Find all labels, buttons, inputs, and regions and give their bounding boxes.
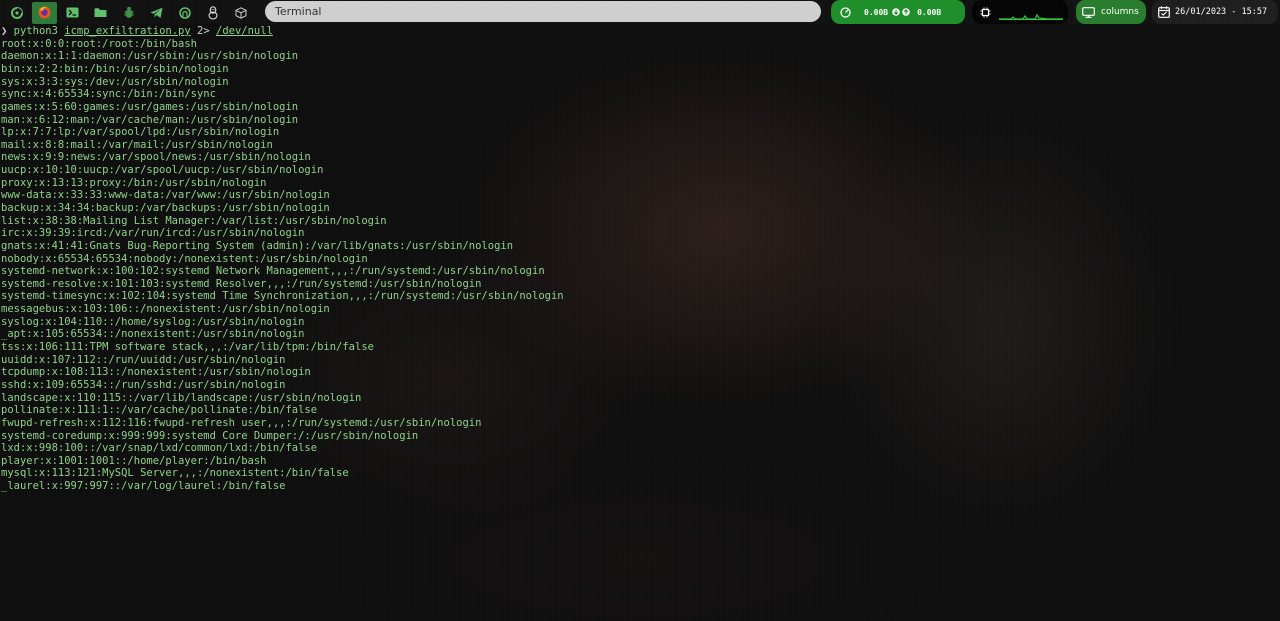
output-line: _apt:x:105:65534::/nonexistent:/usr/sbin… bbox=[1, 328, 305, 341]
monitor-icon bbox=[1082, 6, 1095, 18]
upload-arrow-icon bbox=[902, 8, 910, 16]
output-line: games:x:5:60:games:/usr/games:/usr/sbin/… bbox=[1, 100, 299, 113]
download-speed: 0.00B bbox=[864, 7, 889, 17]
output-line: systemd-coredump:x:999:999:systemd Core … bbox=[1, 429, 419, 442]
output-line: systemd-resolve:x:101:103:systemd Resolv… bbox=[1, 277, 482, 290]
output-line: pollinate:x:111:1::/var/cache/pollinate:… bbox=[1, 404, 318, 417]
telegram-icon[interactable] bbox=[144, 2, 169, 24]
redirect-target-link[interactable]: /dev/null bbox=[216, 25, 273, 37]
speedometer-icon bbox=[840, 6, 851, 18]
output-line: player:x:1001:1001::/home/player:/bin/ba… bbox=[1, 454, 267, 467]
output-line: nobody:x:65534:65534:nobody:/nonexistent… bbox=[1, 252, 368, 265]
output-line: uuidd:x:107:112::/run/uuidd:/usr/sbin/no… bbox=[1, 353, 286, 366]
linux-tux-icon[interactable] bbox=[200, 2, 225, 24]
output-line: tcpdump:x:108:113::/nonexistent:/usr/sbi… bbox=[1, 366, 311, 379]
output-line: tss:x:106:111:TPM software stack,,,:/var… bbox=[1, 341, 374, 354]
network-speed-widget[interactable]: 0.00B 0.00B bbox=[831, 0, 965, 24]
command-name: python3 bbox=[13, 25, 58, 37]
output-line: messagebus:x:103:106::/nonexistent:/usr/… bbox=[1, 303, 330, 316]
cpu-graph-widget[interactable] bbox=[972, 0, 1068, 24]
output-line: uucp:x:10:10:uucp:/var/spool/uucp:/usr/s… bbox=[1, 164, 324, 177]
distro-swirl-icon[interactable] bbox=[4, 2, 29, 24]
prompt-symbol: ❯ bbox=[1, 25, 8, 37]
cpu-chip-icon bbox=[980, 7, 991, 17]
output-line: irc:x:39:39:ircd:/var/run/ircd:/usr/sbin… bbox=[1, 227, 305, 240]
terminal-output: root:x:0:0:root:/root:/bin/bash daemon:x:… bbox=[1, 38, 1280, 493]
terminal-icon[interactable] bbox=[60, 2, 85, 24]
output-line: sshd:x:109:65534::/run/sshd:/usr/sbin/no… bbox=[1, 378, 286, 391]
terminal-window[interactable]: ❯ python3 icmp_exfiltration.py 2> /dev/n… bbox=[1, 25, 1280, 621]
output-line: syslog:x:104:110::/home/syslog:/usr/sbin… bbox=[1, 315, 305, 328]
command-prompt-line: ❯ python3 icmp_exfiltration.py 2> /dev/n… bbox=[1, 25, 1280, 38]
clock-widget[interactable]: 26/01/2023 - 15:57 bbox=[1152, 0, 1278, 24]
output-line: list:x:38:38:Mailing List Manager:/var/l… bbox=[1, 214, 387, 227]
output-line: proxy:x:13:13:proxy:/bin:/usr/sbin/nolog… bbox=[1, 176, 267, 189]
script-path-link[interactable]: icmp_exfiltration.py bbox=[64, 25, 190, 37]
calendar-icon bbox=[1158, 6, 1170, 18]
clock-datetime: 26/01/2023 - 15:57 bbox=[1175, 7, 1268, 17]
desktop: Terminal 0.00B 0.00B columns 26/01/2023 … bbox=[0, 0, 1280, 621]
output-line: bin:x:2:2:bin:/bin:/usr/sbin/nologin bbox=[1, 62, 229, 75]
layout-label: columns bbox=[1101, 7, 1139, 17]
output-line: lxd:x:998:100::/var/snap/lxd/common/lxd:… bbox=[1, 442, 318, 455]
layout-switcher[interactable]: columns bbox=[1076, 0, 1146, 24]
output-line: daemon:x:1:1:daemon:/usr/sbin:/usr/sbin/… bbox=[1, 50, 299, 63]
cpu-usage-graph bbox=[999, 13, 1063, 20]
output-line: mysql:x:113:121:MySQL Server,,,:/nonexis… bbox=[1, 467, 349, 480]
output-line: sync:x:4:65534:sync:/bin:/bin/sync bbox=[1, 88, 216, 101]
window-title: Terminal bbox=[265, 1, 821, 22]
bug-icon[interactable] bbox=[116, 2, 141, 24]
window-title-text: Terminal bbox=[275, 5, 322, 18]
output-line: backup:x:34:34:backup:/var/backups:/usr/… bbox=[1, 201, 330, 214]
output-line: gnats:x:41:41:Gnats Bug-Reporting System… bbox=[1, 239, 514, 252]
firefox-icon[interactable] bbox=[32, 1, 57, 24]
output-line: landscape:x:110:115::/var/lib/landscape:… bbox=[1, 391, 362, 404]
output-line: mail:x:8:8:mail:/var/mail:/usr/sbin/nolo… bbox=[1, 138, 273, 151]
output-line: fwupd-refresh:x:112:116:fwupd-refresh us… bbox=[1, 416, 482, 429]
folder-icon[interactable] bbox=[88, 2, 113, 24]
redirect-operator: 2> bbox=[197, 25, 210, 37]
output-line: man:x:6:12:man:/var/cache/man:/usr/sbin/… bbox=[1, 113, 299, 126]
download-arrow-icon bbox=[892, 8, 900, 16]
output-line: root:x:0:0:root:/root:/bin/bash bbox=[1, 37, 197, 50]
output-line: _laurel:x:997:997::/var/log/laurel:/bin/… bbox=[1, 480, 286, 493]
output-line: lp:x:7:7:lp:/var/spool/lpd:/usr/sbin/nol… bbox=[1, 126, 280, 139]
github-icon[interactable] bbox=[172, 2, 197, 24]
top-bar: Terminal 0.00B 0.00B columns 26/01/2023 … bbox=[0, 0, 1280, 24]
upload-speed: 0.00B bbox=[917, 7, 942, 17]
output-line: www-data:x:33:33:www-data:/var/www:/usr/… bbox=[1, 189, 330, 202]
output-line: systemd-network:x:100:102:systemd Networ… bbox=[1, 265, 545, 278]
output-line: systemd-timesync:x:102:104:systemd Time … bbox=[1, 290, 564, 303]
cube-icon[interactable] bbox=[228, 2, 253, 24]
output-line: sys:x:3:3:sys:/dev:/usr/sbin/nologin bbox=[1, 75, 229, 88]
output-line: news:x:9:9:news:/var/spool/news:/usr/sbi… bbox=[1, 151, 311, 164]
